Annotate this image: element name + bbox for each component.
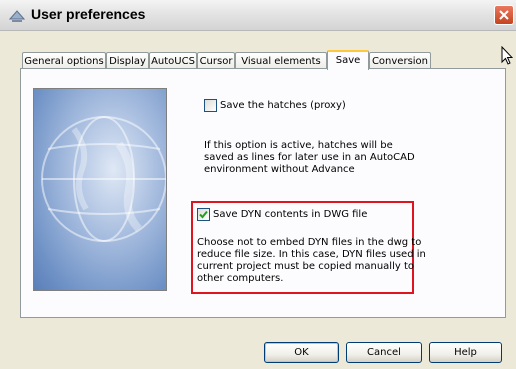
tab-visual-elements[interactable]: Visual elements — [235, 52, 327, 69]
save-hatches-description: If this option is active, hatches will b… — [204, 140, 415, 175]
tab-save[interactable]: Save — [327, 50, 369, 70]
title-bar: User preferences — [0, 0, 516, 31]
save-dyn-label: Save DYN contents in DWG file — [213, 209, 368, 220]
tab-cursor[interactable]: Cursor — [197, 52, 235, 69]
close-button[interactable] — [494, 5, 514, 25]
save-hatches-checkbox[interactable] — [204, 99, 217, 112]
ok-button[interactable]: OK — [264, 342, 339, 363]
cancel-button[interactable]: Cancel — [346, 342, 422, 363]
help-button[interactable]: Help — [429, 342, 502, 363]
close-icon — [499, 10, 509, 20]
globe-icon — [41, 116, 166, 242]
save-dyn-description: Choose not to embed DYN files in the dwg… — [197, 237, 426, 284]
tab-general-options[interactable]: General options — [22, 52, 106, 69]
tab-display[interactable]: Display — [106, 52, 149, 69]
tab-autoucs[interactable]: AutoUCS — [149, 52, 197, 69]
mouse-cursor-icon — [501, 46, 513, 65]
save-hatches-label: Save the hatches (proxy) — [220, 100, 346, 111]
checkmark-icon — [199, 210, 208, 219]
window-title: User preferences — [31, 6, 146, 22]
globe-image — [33, 88, 167, 291]
tab-conversion[interactable]: Conversion — [369, 52, 431, 69]
save-dyn-checkbox[interactable] — [197, 208, 210, 221]
app-icon — [9, 10, 25, 22]
